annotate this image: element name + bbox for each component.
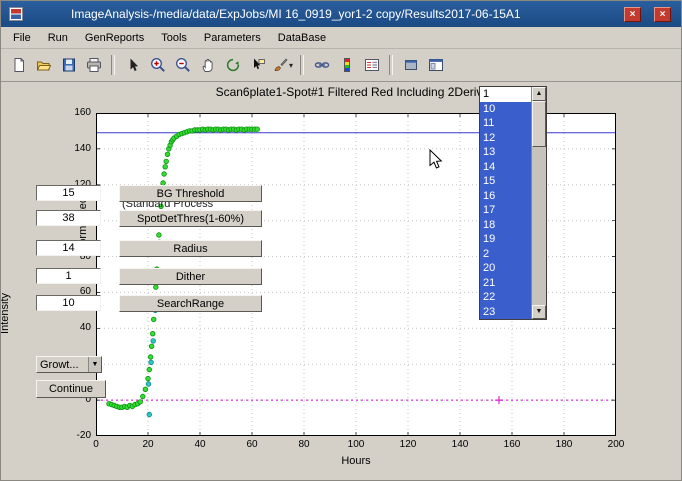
y-tick-label: -20: [57, 430, 91, 441]
zoom-in-icon[interactable]: [146, 54, 169, 77]
dropdown-item-21[interactable]: 21: [480, 276, 531, 291]
x-tick-label: 60: [237, 439, 267, 450]
dropdown-item-18[interactable]: 18: [480, 218, 531, 233]
y-axis-label: Intensity: [1, 293, 11, 334]
zoom-out-icon[interactable]: [171, 54, 194, 77]
dropdown-item-15[interactable]: 15: [480, 174, 531, 189]
window-title: ImageAnalysis-/media/data/ExpJobs/MI 16_…: [71, 7, 521, 21]
toolbar-separator: [389, 55, 393, 75]
x-tick-label: 80: [289, 439, 319, 450]
spotdetthres-input[interactable]: [36, 210, 101, 226]
open-folder-icon[interactable]: [32, 54, 55, 77]
searchrange-input[interactable]: [36, 295, 101, 311]
brush-dropdown-icon[interactable]: ▾: [289, 61, 293, 70]
dropdown-item-20[interactable]: 20: [480, 261, 531, 276]
y-tick-label: 140: [57, 143, 91, 154]
print-icon[interactable]: [82, 54, 105, 77]
searchrange-button[interactable]: SearchRange: [119, 295, 262, 312]
menu-run[interactable]: Run: [48, 32, 68, 44]
menu-file[interactable]: File: [13, 32, 31, 44]
dropdown-item-22[interactable]: 22: [480, 290, 531, 305]
chevron-down-icon: ▼: [88, 357, 101, 372]
dropdown-item-1[interactable]: 1: [480, 87, 531, 102]
bg-threshold-input[interactable]: [36, 185, 101, 201]
app-icon: [9, 7, 23, 21]
y-tick-label: 40: [57, 322, 91, 333]
menu-parameters[interactable]: Parameters: [204, 32, 261, 44]
hide-plot-tools-icon[interactable]: [399, 54, 422, 77]
menu-genreports[interactable]: GenReports: [85, 32, 144, 44]
scroll-down-icon[interactable]: ▼: [532, 305, 546, 319]
scroll-thumb[interactable]: [532, 101, 546, 147]
x-tick-label: 160: [497, 439, 527, 450]
dropdown-item-17[interactable]: 17: [480, 203, 531, 218]
dropdown-item-13[interactable]: 13: [480, 145, 531, 160]
dither-input[interactable]: [36, 268, 101, 284]
growth-popup-label: Growt...: [40, 359, 79, 371]
x-tick-label: 200: [601, 439, 631, 450]
menu-database[interactable]: DataBase: [278, 32, 326, 44]
mouse-cursor: [429, 149, 443, 170]
x-tick-label: 120: [393, 439, 423, 450]
dropdown-item-11[interactable]: 11: [480, 116, 531, 131]
data-cursor-icon[interactable]: [246, 54, 269, 77]
continue-button[interactable]: Continue: [36, 380, 106, 398]
pointer-icon[interactable]: [121, 54, 144, 77]
rotate-3d-icon[interactable]: [221, 54, 244, 77]
toolbar: ▾: [1, 49, 681, 82]
growth-popup[interactable]: Growt... ▼: [36, 356, 102, 373]
link-plot-icon[interactable]: [310, 54, 333, 77]
x-axis-label: Hours: [96, 455, 616, 467]
figure-area: Scan6plate1-Spot#1 Filtered Red Includin…: [1, 82, 681, 481]
dropdown-list: 110111213141516171819220212223: [480, 87, 531, 319]
spotdetthres-button[interactable]: SpotDetThres(1-60%): [119, 210, 262, 227]
x-tick-label: 140: [445, 439, 475, 450]
insert-colorbar-icon[interactable]: [335, 54, 358, 77]
dropdown-item-12[interactable]: 12: [480, 131, 531, 146]
brush-icon[interactable]: ▾: [271, 54, 294, 77]
close-button[interactable]: ×: [654, 7, 671, 22]
y-tick-label: 160: [57, 107, 91, 118]
titlebar-buttons: ××: [624, 7, 671, 22]
dropdown-item-16[interactable]: 16: [480, 189, 531, 204]
dither-button[interactable]: Dither: [119, 268, 262, 285]
show-plot-tools-icon[interactable]: [424, 54, 447, 77]
menubar: File Run GenReports Tools Parameters DataBase: [1, 27, 681, 49]
app-window: ImageAnalysis-/media/data/ExpJobs/MI 16_…: [0, 0, 682, 481]
titlebar: ImageAnalysis-/media/data/ExpJobs/MI 16_…: [1, 1, 681, 27]
radius-input[interactable]: [36, 240, 101, 256]
radius-button[interactable]: Radius: [119, 240, 262, 257]
x-tick-label: 40: [185, 439, 215, 450]
new-document-icon[interactable]: [7, 54, 30, 77]
dropdown-item-2[interactable]: 2: [480, 247, 531, 262]
pan-hand-icon[interactable]: [196, 54, 219, 77]
dropdown-scrollbar[interactable]: ▲ ▼: [531, 87, 546, 319]
bg-threshold-button[interactable]: BG Threshold: [119, 185, 262, 202]
x-tick-label: 180: [549, 439, 579, 450]
insert-legend-icon[interactable]: [360, 54, 383, 77]
x-tick-label: 100: [341, 439, 371, 450]
scroll-up-icon[interactable]: ▲: [532, 87, 546, 101]
toolbar-separator: [111, 55, 115, 75]
toolbar-separator: [300, 55, 304, 75]
dropdown-item-14[interactable]: 14: [480, 160, 531, 175]
number-dropdown[interactable]: 110111213141516171819220212223 ▲ ▼: [479, 86, 547, 320]
dropdown-item-19[interactable]: 19: [480, 232, 531, 247]
save-icon[interactable]: [57, 54, 80, 77]
dropdown-item-10[interactable]: 10: [480, 102, 531, 117]
maximize-button[interactable]: ×: [624, 7, 641, 22]
menu-tools[interactable]: Tools: [161, 32, 187, 44]
x-tick-label: 20: [133, 439, 163, 450]
dropdown-item-23[interactable]: 23: [480, 305, 531, 320]
